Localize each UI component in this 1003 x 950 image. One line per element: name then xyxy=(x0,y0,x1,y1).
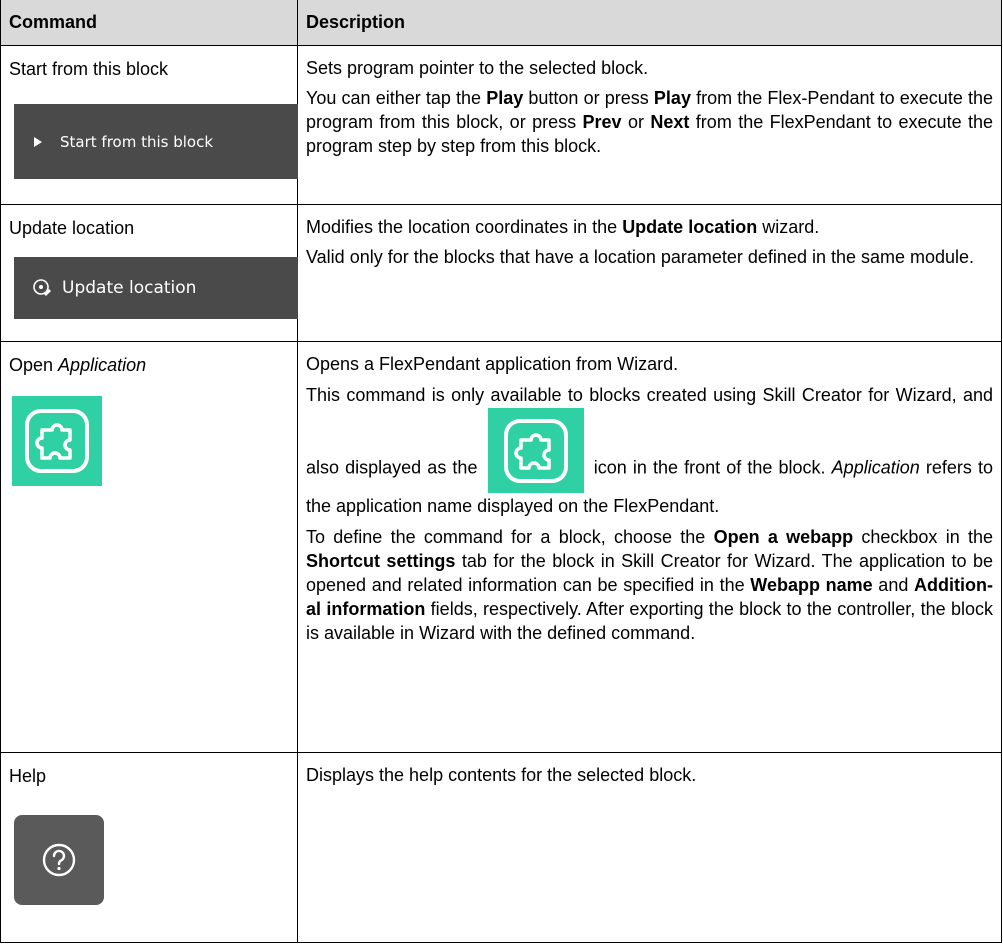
open-application-button[interactable] xyxy=(12,396,102,486)
column-header-description: Description xyxy=(297,0,1002,46)
description-paragraph: Modifies the location coordinates in the… xyxy=(306,217,820,237)
description-paragraph: To define the command for a block, choos… xyxy=(306,527,993,643)
description-paragraph: Valid only for the blocks that have a lo… xyxy=(306,247,975,267)
table-header-row: Command Description xyxy=(0,0,1002,46)
command-cell: Start from this block Start from this bl… xyxy=(0,45,298,205)
description-cell: Opens a FlexPendant application from Wiz… xyxy=(297,341,1002,753)
description-paragraph: You can either tap the Play button or pr… xyxy=(306,88,994,156)
description-paragraph: Opens a FlexPendant application from Wiz… xyxy=(306,354,679,374)
command-name: Open Application xyxy=(9,355,147,375)
update-location-button[interactable]: Update location xyxy=(14,257,298,319)
description-paragraph: This command is only available to blocks… xyxy=(306,385,993,516)
start-from-block-button[interactable]: Start from this block xyxy=(14,104,298,179)
description-paragraph: Displays the help contents for the selec… xyxy=(306,765,697,785)
table-row: Update location Update location Modifies… xyxy=(0,204,1002,342)
command-name: Start from this block xyxy=(9,59,169,79)
table-row: Help Displays the help contents for the … xyxy=(0,752,1002,943)
table-row: Start from this block Start from this bl… xyxy=(0,45,1002,205)
command-table: Command Description Start from this bloc… xyxy=(0,0,1002,943)
button-label: Start from this block xyxy=(60,132,214,151)
help-button[interactable] xyxy=(14,815,104,905)
column-header-command: Command xyxy=(0,0,298,46)
table-row: Open Application Opens a FlexPendant app… xyxy=(0,341,1002,753)
help-icon xyxy=(42,843,76,877)
command-cell: Open Application xyxy=(0,341,298,753)
puzzle-icon xyxy=(25,409,89,473)
description-paragraph: Sets program pointer to the selected blo… xyxy=(306,58,649,78)
command-cell: Update location Update location xyxy=(0,204,298,342)
command-name: Update location xyxy=(9,218,135,238)
play-icon xyxy=(34,136,42,147)
button-label: Update location xyxy=(62,278,197,298)
description-cell: Sets program pointer to the selected blo… xyxy=(297,45,1002,205)
puzzle-inline-icon xyxy=(487,408,584,493)
description-cell: Modifies the location coordinates in the… xyxy=(297,204,1002,342)
location-edit-icon xyxy=(32,278,52,298)
command-cell: Help xyxy=(0,752,298,943)
description-cell: Displays the help contents for the selec… xyxy=(297,752,1002,943)
command-name: Help xyxy=(9,766,47,786)
